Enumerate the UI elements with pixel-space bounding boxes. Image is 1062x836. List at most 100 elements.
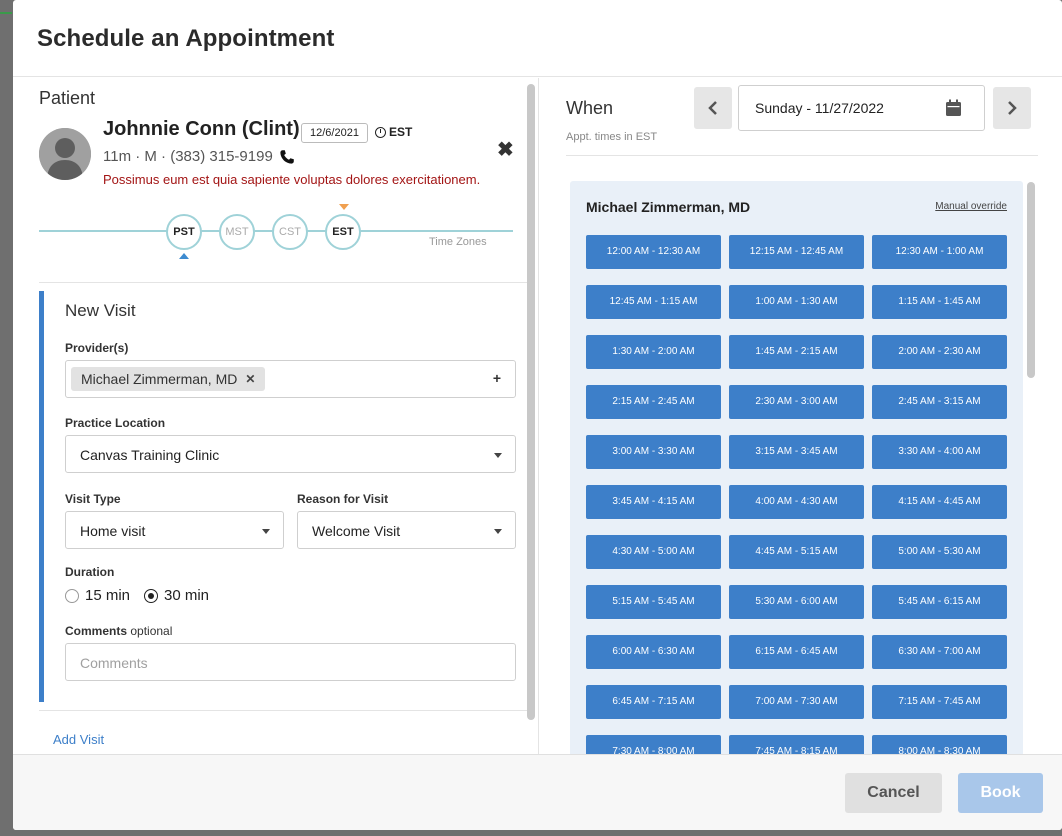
appt-times-note: Appt. times in EST [566,131,658,143]
time-slot-button[interactable]: 6:00 AM - 6:30 AM [586,635,721,669]
next-day-button[interactable] [993,87,1031,129]
patient-name: Johnnie Conn (Clint) [103,118,300,140]
duration-30-radio[interactable]: 30 min [144,587,209,604]
timezone-pst[interactable]: PST [166,214,202,250]
time-slot-button[interactable]: 2:30 AM - 3:00 AM [729,385,864,419]
date-picker-field[interactable]: Sunday - 11/27/2022 [738,85,985,131]
time-slot-button[interactable]: 7:45 AM - 8:15 AM [729,735,864,754]
provider-chip: Michael Zimmerman, MD ✕ [71,367,266,391]
remove-provider-icon[interactable]: ✕ [245,367,255,391]
time-slot-button[interactable]: 12:00 AM - 12:30 AM [586,235,721,269]
left-panel-scrollbar[interactable] [527,84,535,720]
divider [39,710,527,711]
time-slot-button[interactable]: 7:30 AM - 8:00 AM [586,735,721,754]
time-slot-button[interactable]: 1:30 AM - 2:00 AM [586,335,721,369]
time-slot-button[interactable]: 8:00 AM - 8:30 AM [872,735,1007,754]
practice-location-select[interactable]: Canvas Training Clinic [65,435,516,473]
timezone-cst[interactable]: CST [272,214,308,250]
calendar-icon[interactable] [945,99,962,117]
patient-meta: 11m · M · (383) 315-9199 [103,148,295,165]
time-slot-button[interactable]: 2:00 AM - 2:30 AM [872,335,1007,369]
visit-type-select[interactable]: Home visit [65,511,284,549]
practice-location-label: Practice Location [65,416,166,430]
duration-15-radio[interactable]: 15 min [65,587,130,604]
previous-day-button[interactable] [694,87,732,129]
time-slot-button[interactable]: 6:15 AM - 6:45 AM [729,635,864,669]
time-slot-button[interactable]: 12:45 AM - 1:15 AM [586,285,721,319]
comments-label-text: Comments [65,624,128,638]
timezone-est[interactable]: EST [325,214,361,250]
radio-circle[interactable] [65,588,79,603]
time-slot-button[interactable]: 3:30 AM - 4:00 AM [872,435,1007,469]
time-slot-button[interactable]: 4:30 AM - 5:00 AM [586,535,721,569]
chevron-left-icon [708,101,717,115]
time-slot-button[interactable]: 1:45 AM - 2:15 AM [729,335,864,369]
manual-override-link[interactable]: Manual override [935,201,1007,212]
time-slot-button[interactable]: 2:45 AM - 3:15 AM [872,385,1007,419]
practice-location-value: Canvas Training Clinic [80,447,220,463]
providers-field[interactable]: Michael Zimmerman, MD ✕ + [65,360,516,398]
book-button[interactable]: Book [958,773,1043,813]
time-slot-button[interactable]: 5:30 AM - 6:00 AM [729,585,864,619]
time-slot-button[interactable]: 4:00 AM - 4:30 AM [729,485,864,519]
visit-type-label: Visit Type [65,492,121,506]
cancel-button[interactable]: Cancel [845,773,942,813]
new-visit-title: New Visit [65,301,136,320]
chevron-down-icon [262,529,270,534]
reason-for-visit-select[interactable]: Welcome Visit [297,511,516,549]
time-slot-button[interactable]: 5:45 AM - 6:15 AM [872,585,1007,619]
patient-timezone: EST [375,125,412,139]
add-visit-link[interactable]: Add Visit [53,732,104,747]
time-slot-button[interactable]: 7:15 AM - 7:45 AM [872,685,1007,719]
reason-for-visit-value: Welcome Visit [312,523,401,539]
time-slot-button[interactable]: 5:00 AM - 5:30 AM [872,535,1007,569]
patient-section-label: Patient [39,88,96,108]
time-zones-label: Time Zones [429,236,487,248]
time-slot-button[interactable]: 3:00 AM - 3:30 AM [586,435,721,469]
chevron-down-icon [494,529,502,534]
timezone-mst[interactable]: MST [219,214,255,250]
radio-circle-checked[interactable] [144,588,158,603]
duration-15-label: 15 min [85,587,131,604]
slots-provider-name: Michael Zimmerman, MD [586,199,751,215]
new-visit-card: New Visit Provider(s) Michael Zimmerman,… [39,291,526,702]
when-label: When [566,98,614,118]
phone-icon[interactable] [279,149,295,165]
patient-meta-text: 11m · M · (383) 315-9199 [103,148,273,165]
time-slot-button[interactable]: 3:15 AM - 3:45 AM [729,435,864,469]
divider [566,155,1038,156]
time-slot-button[interactable]: 3:45 AM - 4:15 AM [586,485,721,519]
time-slot-button[interactable]: 12:30 AM - 1:00 AM [872,235,1007,269]
providers-label: Provider(s) [65,341,129,355]
time-slot-button[interactable]: 2:15 AM - 2:45 AM [586,385,721,419]
time-slot-button[interactable]: 6:30 AM - 7:00 AM [872,635,1007,669]
comments-placeholder: Comments [80,655,148,671]
dob-badge: 12/6/2021 [301,123,368,143]
time-slot-button[interactable]: 7:00 AM - 7:30 AM [729,685,864,719]
visit-type-value: Home visit [80,523,146,539]
clock-icon [375,126,386,138]
selected-date: Sunday - 11/27/2022 [755,100,884,116]
time-slot-button[interactable]: 5:15 AM - 5:45 AM [586,585,721,619]
time-slot-button[interactable]: 6:45 AM - 7:15 AM [586,685,721,719]
time-slot-button[interactable]: 12:15 AM - 12:45 AM [729,235,864,269]
panel-divider [538,78,539,754]
modal-title: Schedule an Appointment [37,25,335,52]
add-provider-plus-icon[interactable]: + [493,370,501,386]
reason-for-visit-label: Reason for Visit [297,492,389,506]
backdrop-accent [0,12,12,14]
time-slot-grid: 12:00 AM - 12:30 AM 12:15 AM - 12:45 AM 12… [586,235,1007,754]
remove-patient-close-icon[interactable]: ✖ [497,140,514,160]
time-slot-button[interactable]: 4:45 AM - 5:15 AM [729,535,864,569]
chevron-right-icon [1008,101,1017,115]
avatar [39,128,91,180]
duration-label: Duration [65,565,115,579]
time-slot-button[interactable]: 1:15 AM - 1:45 AM [872,285,1007,319]
comments-input[interactable]: Comments [65,643,516,681]
provider-chip-label: Michael Zimmerman, MD [81,371,238,387]
slots-scrollbar[interactable] [1027,182,1035,378]
time-slot-button[interactable]: 1:00 AM - 1:30 AM [729,285,864,319]
modal-footer: Cancel Book [13,754,1062,830]
time-slot-button[interactable]: 4:15 AM - 4:45 AM [872,485,1007,519]
local-timezone-marker-icon [179,253,189,259]
